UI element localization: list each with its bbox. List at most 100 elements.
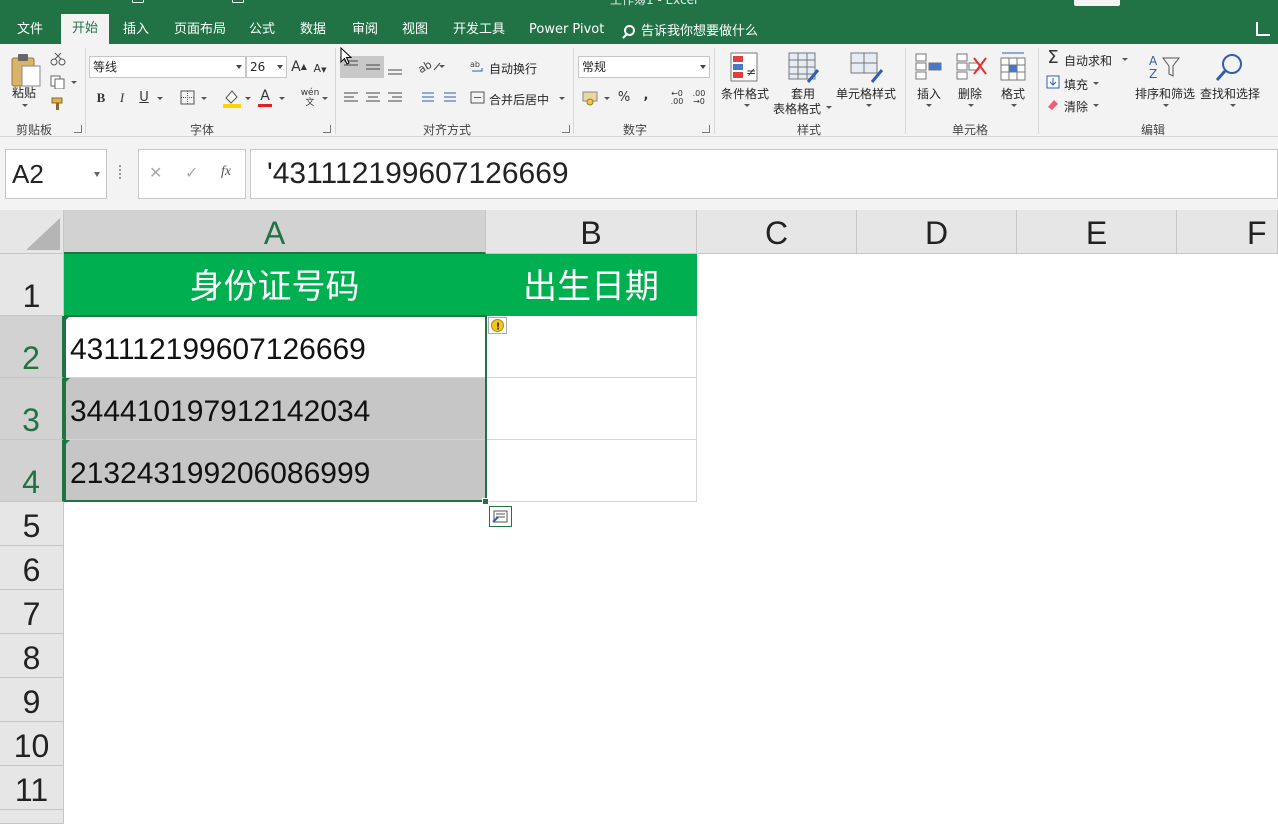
sort-filter-icon[interactable]: AZ: [1147, 52, 1181, 84]
cell-b2[interactable]: [486, 316, 697, 378]
cancel-icon[interactable]: ✕: [149, 163, 162, 182]
row-header-12-partial[interactable]: [0, 810, 64, 824]
formula-input[interactable]: '431112199607126669: [250, 149, 1278, 199]
delete-label[interactable]: 删除: [958, 85, 982, 102]
phonetic-dropdown[interactable]: [322, 97, 328, 100]
format-painter-icon[interactable]: [50, 97, 66, 111]
merge-center-icon[interactable]: [470, 90, 486, 106]
select-all-button[interactable]: [0, 210, 64, 254]
italic-button[interactable]: I: [115, 90, 129, 106]
tab-insert[interactable]: 插入: [123, 20, 149, 44]
find-select-icon[interactable]: [1214, 52, 1246, 84]
tab-power-pivot[interactable]: Power Pivot: [529, 20, 604, 44]
wrap-text-icon[interactable]: ab: [470, 59, 486, 75]
tell-me-search[interactable]: 告诉我你想要做什么: [624, 20, 758, 40]
tab-formulas[interactable]: 公式: [249, 20, 275, 44]
row-header-11[interactable]: 11: [0, 766, 64, 810]
column-header-c[interactable]: C: [697, 210, 857, 254]
row-header-5[interactable]: 5: [0, 502, 64, 546]
clear-eraser-icon[interactable]: [1046, 97, 1060, 111]
name-box[interactable]: A2: [5, 149, 107, 199]
underline-button[interactable]: U: [137, 90, 151, 106]
bold-button[interactable]: B: [94, 90, 108, 106]
decrease-decimal-icon[interactable]: .00 →0: [690, 90, 708, 106]
decrease-font-icon[interactable]: A▼: [313, 61, 327, 78]
format-dropdown[interactable]: [1011, 104, 1017, 107]
autosum-dropdown[interactable]: [1122, 58, 1128, 61]
phonetic-icon[interactable]: wén 文: [300, 88, 320, 108]
clipboard-launcher[interactable]: [74, 125, 82, 133]
column-header-e[interactable]: E: [1017, 210, 1177, 254]
conditional-format-icon[interactable]: ≠: [730, 52, 760, 84]
tab-file[interactable]: 文件: [17, 20, 43, 44]
autosum-label[interactable]: 自动求和: [1064, 52, 1112, 69]
font-color-dropdown[interactable]: [279, 97, 285, 100]
borders-icon[interactable]: [180, 90, 196, 106]
number-format-combo[interactable]: 常规: [578, 56, 710, 78]
row-header-8[interactable]: 8: [0, 634, 64, 678]
wrap-text-label[interactable]: 自动换行: [489, 60, 537, 77]
save-icon[interactable]: [132, 0, 144, 3]
insert-dropdown[interactable]: [926, 104, 932, 107]
row-header-6[interactable]: 6: [0, 546, 64, 590]
account-button[interactable]: [1074, 0, 1120, 6]
enter-check-icon[interactable]: ✓: [185, 163, 198, 182]
font-name-combo[interactable]: 等线: [89, 56, 246, 78]
column-header-b[interactable]: B: [486, 210, 697, 254]
tab-view[interactable]: 视图: [402, 20, 428, 44]
column-header-f[interactable]: F: [1177, 210, 1278, 254]
paste-dropdown[interactable]: [22, 104, 28, 107]
underline-dropdown[interactable]: [157, 97, 163, 100]
orientation-dropdown[interactable]: [439, 65, 445, 68]
format-as-table-label-2[interactable]: 表格格式: [773, 100, 821, 117]
paste-icon[interactable]: [10, 52, 42, 88]
cell-b3[interactable]: [486, 378, 697, 440]
tab-data[interactable]: 数据: [300, 20, 326, 44]
clear-dropdown[interactable]: [1093, 104, 1099, 107]
cell-b1[interactable]: 出生日期: [486, 254, 697, 316]
print-preview-icon[interactable]: [232, 0, 244, 3]
column-header-a[interactable]: A: [64, 210, 486, 254]
delete-cells-icon[interactable]: [956, 52, 988, 82]
paste-label[interactable]: 粘贴: [12, 84, 36, 101]
increase-font-icon[interactable]: A▲: [291, 59, 307, 75]
merge-center-label[interactable]: 合并后居中: [489, 91, 549, 108]
formula-bar-splitter[interactable]: [119, 165, 121, 179]
tab-review[interactable]: 审阅: [352, 20, 378, 44]
fill-color-icon[interactable]: [222, 88, 242, 108]
fill-dropdown[interactable]: [1093, 82, 1099, 85]
number-launcher[interactable]: [702, 125, 710, 133]
cut-icon[interactable]: [50, 52, 66, 66]
fill-color-dropdown[interactable]: [245, 97, 251, 100]
indent-icons[interactable]: [416, 90, 460, 106]
fill-handle[interactable]: [482, 498, 489, 505]
cell-a3[interactable]: 344410197912142034: [64, 378, 486, 440]
row-header-3[interactable]: 3: [0, 378, 64, 440]
accounting-format-icon[interactable]: [582, 90, 600, 106]
merge-dropdown[interactable]: [559, 97, 565, 100]
find-select-label[interactable]: 查找和选择: [1200, 85, 1260, 102]
accounting-dropdown[interactable]: [604, 97, 610, 100]
sort-filter-dropdown[interactable]: [1163, 104, 1169, 107]
error-warning-icon[interactable]: !: [488, 317, 508, 335]
delete-dropdown[interactable]: [968, 104, 974, 107]
insert-function-icon[interactable]: fx: [221, 164, 231, 180]
borders-dropdown[interactable]: [201, 97, 207, 100]
share-icon[interactable]: [1256, 22, 1270, 36]
row-header-2[interactable]: 2: [0, 316, 64, 378]
insert-label[interactable]: 插入: [917, 85, 941, 102]
cell-styles-label[interactable]: 单元格样式: [836, 85, 896, 102]
conditional-format-dropdown[interactable]: [744, 104, 750, 107]
clear-label[interactable]: 清除: [1064, 98, 1088, 115]
tab-page-layout[interactable]: 页面布局: [174, 20, 226, 44]
tab-developer[interactable]: 开发工具: [453, 20, 505, 44]
cell-styles-dropdown[interactable]: [866, 104, 872, 107]
increase-decimal-icon[interactable]: ←0.00: [668, 90, 686, 106]
fill-down-icon[interactable]: [1046, 75, 1060, 89]
autosum-icon[interactable]: Σ: [1045, 49, 1061, 67]
column-header-d[interactable]: D: [857, 210, 1017, 254]
percent-button[interactable]: %: [617, 90, 631, 106]
font-size-combo[interactable]: 26: [246, 56, 287, 78]
row-header-4[interactable]: 4: [0, 440, 64, 502]
tab-home[interactable]: 开始: [61, 14, 110, 44]
